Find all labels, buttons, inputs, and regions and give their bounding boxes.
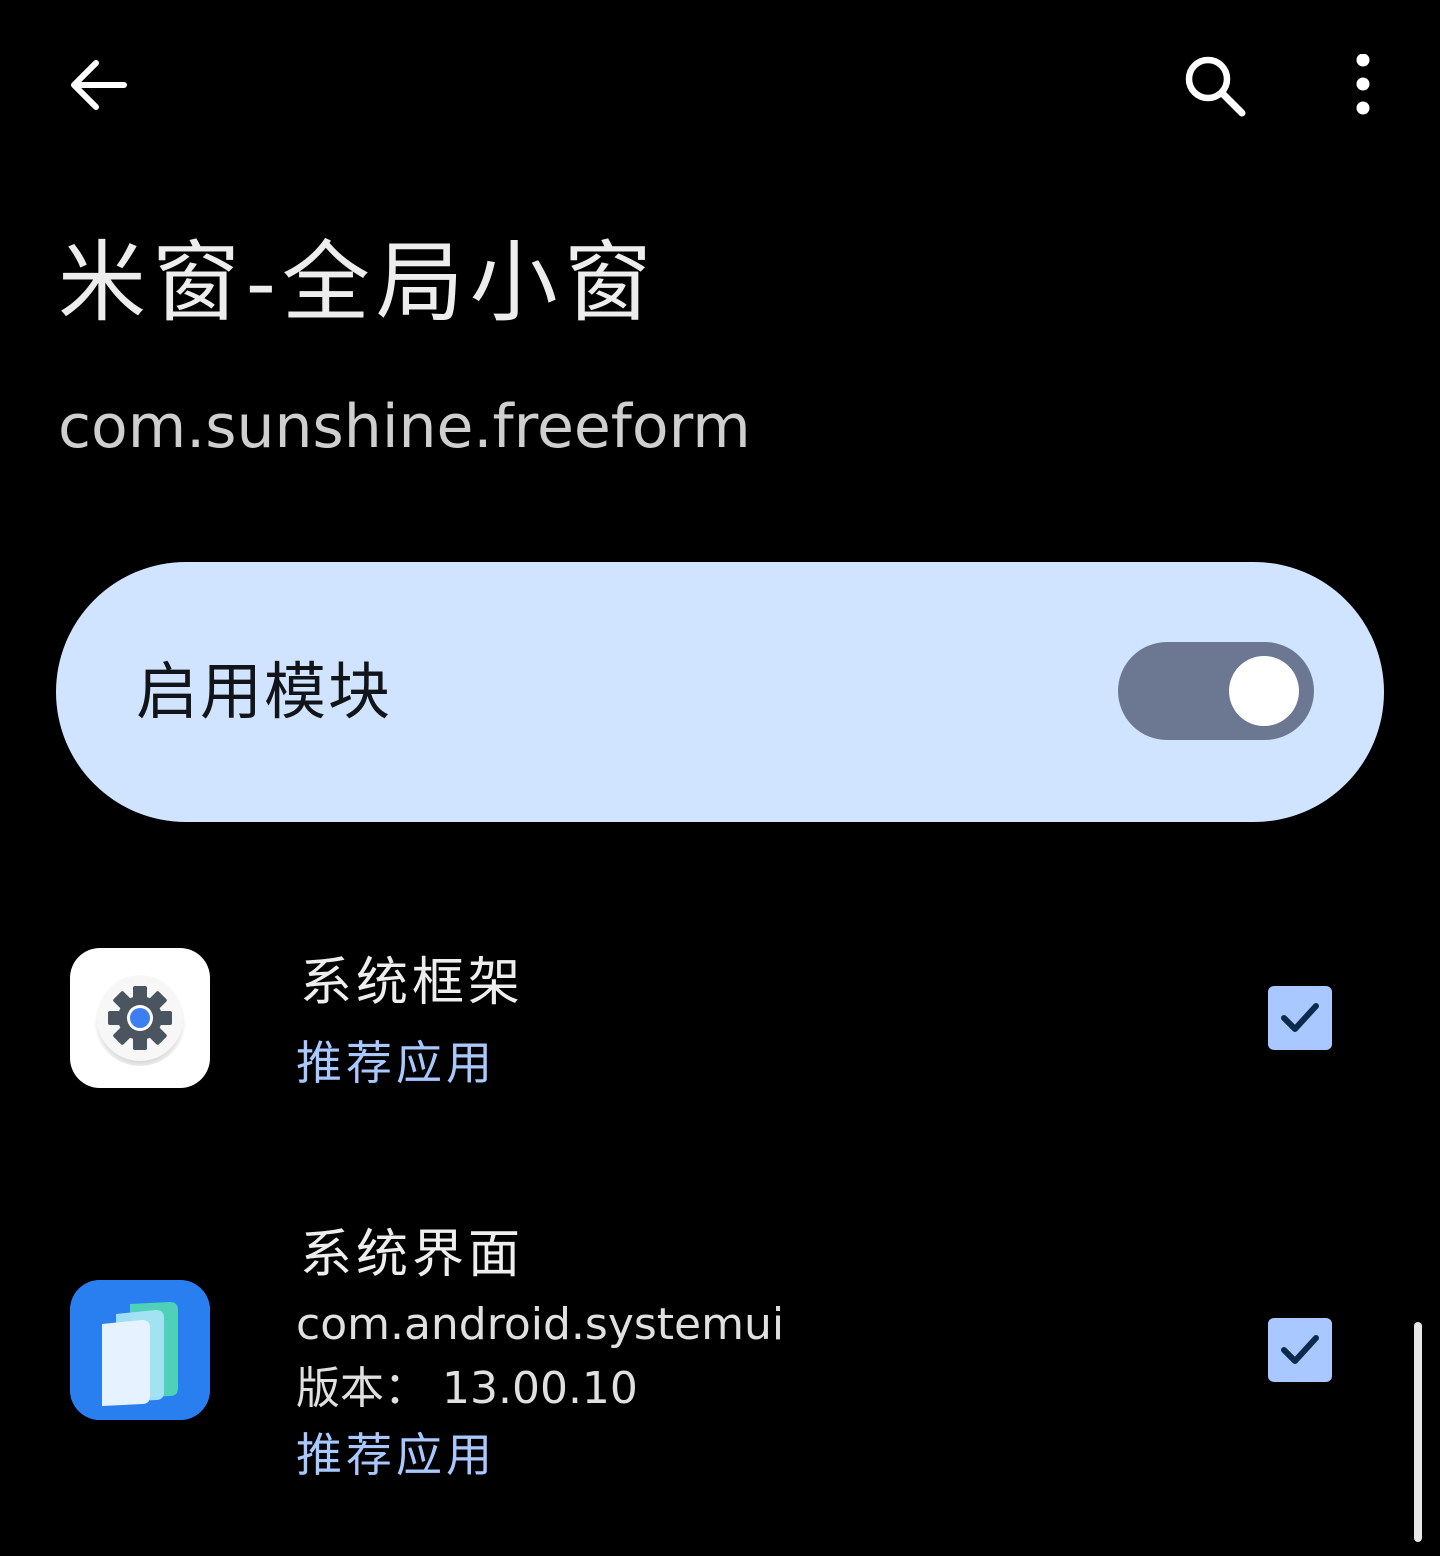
settings-gear-icon <box>94 974 186 1066</box>
package-name-systemui: com.android.systemui <box>296 1299 785 1350</box>
app-name-systemui: 系统界面 <box>300 1225 525 1285</box>
app-icon-systemui <box>70 1280 210 1420</box>
enable-module-card[interactable]: 启用模块 <box>56 562 1384 822</box>
search-icon <box>1185 56 1246 117</box>
package-name: com.sunshine.freeform <box>58 392 751 462</box>
more-vert-icon <box>1356 54 1370 115</box>
toggle-knob <box>1229 656 1299 726</box>
checkbox-framework[interactable] <box>1268 986 1332 1050</box>
recommended-label-framework: 推荐应用 <box>296 1036 496 1090</box>
enable-module-label: 启用模块 <box>136 655 393 728</box>
more-options-button[interactable] <box>1330 48 1396 124</box>
scrollbar[interactable] <box>1414 1322 1422 1542</box>
page-title: 米窗-全局小窗 <box>58 231 658 334</box>
enable-module-toggle[interactable] <box>1118 642 1314 740</box>
version-systemui: 版本： 13.00.10 <box>296 1363 638 1414</box>
systemui-icon <box>70 1280 210 1420</box>
back-button[interactable] <box>60 50 136 120</box>
search-button[interactable] <box>1175 48 1255 124</box>
checkbox-systemui[interactable] <box>1268 1318 1332 1382</box>
arrow-back-icon <box>71 60 127 110</box>
check-icon <box>1281 1335 1319 1364</box>
app-name-framework: 系统框架 <box>300 953 525 1013</box>
app-icon-framework <box>70 948 210 1088</box>
check-icon <box>1281 1003 1319 1032</box>
recommended-label-systemui: 推荐应用 <box>296 1428 496 1482</box>
